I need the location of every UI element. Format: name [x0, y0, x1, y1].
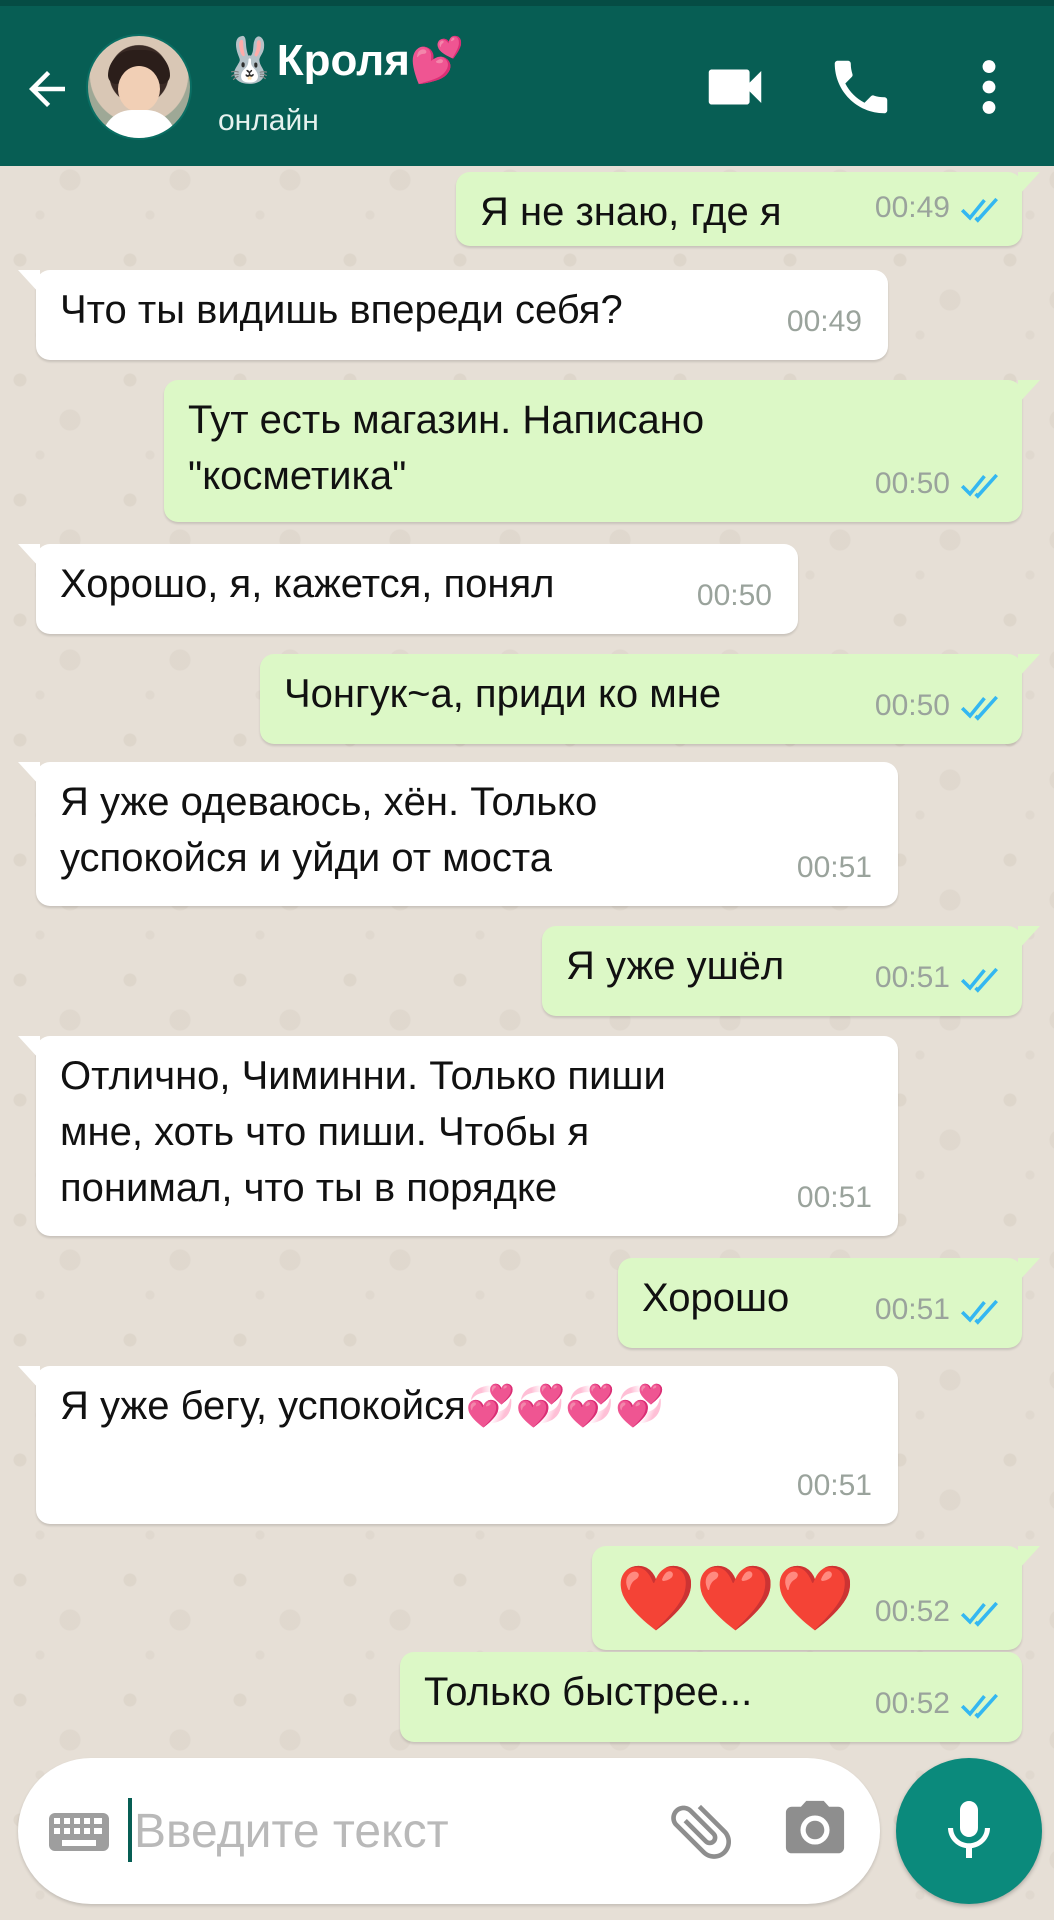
message-text: Хорошо, я, кажется, понял — [60, 562, 555, 606]
message-text: Я уже одеваюсь, хён. Только успокойся и … — [60, 780, 598, 880]
message-time: 00:52 — [875, 1584, 1000, 1640]
incoming-message[interactable]: Отлично, Чиминни. Только пиши мне, хоть … — [18, 1036, 898, 1236]
voice-record-button[interactable] — [896, 1758, 1042, 1904]
keyboard-icon[interactable] — [48, 1812, 110, 1852]
message-time: 00:51 — [875, 950, 1000, 1006]
outgoing-message[interactable]: Чонгук~а, приди ко мне 00:50 — [260, 654, 1040, 744]
outgoing-message[interactable]: Хорошо 00:51 — [618, 1258, 1040, 1348]
message-time: 00:51 — [797, 1458, 872, 1514]
message-time: 00:51 — [797, 1170, 872, 1226]
timestamp: 00:50 — [874, 467, 950, 500]
double-check-icon — [960, 967, 998, 993]
timestamp: 00:51 — [796, 1181, 872, 1214]
microphone-icon — [948, 1801, 990, 1858]
double-check-icon — [960, 1299, 998, 1325]
more-vert-icon[interactable] — [954, 52, 1024, 122]
double-check-icon — [960, 473, 998, 499]
paperclip-icon[interactable] — [664, 1794, 738, 1868]
status-strip — [0, 0, 1054, 6]
double-check-icon — [960, 695, 998, 721]
incoming-message[interactable]: Я уже бегу, успокойся💞💞💞💞 00:51 — [18, 1366, 898, 1524]
timestamp: 00:51 — [796, 1469, 872, 1502]
message-time: 00:49 — [787, 294, 862, 350]
message-time: 00:52 — [875, 1676, 1000, 1732]
avatar[interactable] — [86, 34, 192, 140]
video-camera-icon[interactable] — [700, 52, 770, 122]
chat-header: 🐰Кроля💕 онлайн — [0, 0, 1054, 166]
message-time: 00:50 — [697, 568, 772, 624]
timestamp: 00:52 — [874, 1687, 950, 1720]
incoming-message[interactable]: Я уже одеваюсь, хён. Только успокойся и … — [18, 762, 898, 906]
message-time: 00:51 — [797, 840, 872, 896]
message-input[interactable] — [132, 1802, 616, 1860]
timestamp: 00:50 — [874, 689, 950, 722]
outgoing-message[interactable]: Тут есть магазин. Написано "косметика" 00… — [164, 380, 1040, 522]
double-check-icon — [960, 1601, 998, 1627]
message-text: Отлично, Чиминни. Только пиши мне, хоть … — [60, 1054, 666, 1210]
outgoing-message[interactable]: ❤️❤️❤️ 00:52 — [592, 1546, 1040, 1650]
outgoing-message[interactable]: Я уже ушёл 00:51 — [542, 926, 1040, 1016]
incoming-message[interactable]: Что ты видишь впереди себя? 00:49 — [18, 270, 888, 360]
timestamp: 00:51 — [796, 851, 872, 884]
timestamp: 00:52 — [874, 1595, 950, 1628]
contact-name[interactable]: 🐰Кроля💕 — [222, 34, 465, 86]
timestamp: 00:51 — [874, 961, 950, 994]
phone-icon[interactable] — [826, 52, 896, 122]
outgoing-message[interactable]: Я не знаю, где я 00:49 — [456, 172, 1040, 246]
double-check-icon — [960, 197, 998, 223]
message-text: Я уже бегу, успокойся💞💞💞💞 — [60, 1384, 665, 1428]
timestamp: 00:50 — [696, 579, 772, 612]
message-time: 00:50 — [875, 678, 1000, 734]
timestamp: 00:49 — [874, 191, 950, 224]
message-text: Что ты видишь впереди себя? — [60, 288, 623, 332]
contact-status: онлайн — [218, 104, 319, 137]
timestamp: 00:49 — [786, 305, 862, 338]
message-time: 00:50 — [875, 456, 1000, 512]
timestamp: 00:51 — [874, 1293, 950, 1326]
outgoing-message[interactable]: Только быстрее... 00:52 — [400, 1652, 1022, 1742]
camera-icon[interactable] — [780, 1798, 850, 1862]
message-time: 00:49 — [875, 180, 1000, 236]
message-time: 00:51 — [875, 1282, 1000, 1338]
double-check-icon — [960, 1693, 998, 1719]
incoming-message[interactable]: Хорошо, я, кажется, понял 00:50 — [18, 544, 798, 634]
arrow-left-icon[interactable] — [20, 62, 74, 116]
